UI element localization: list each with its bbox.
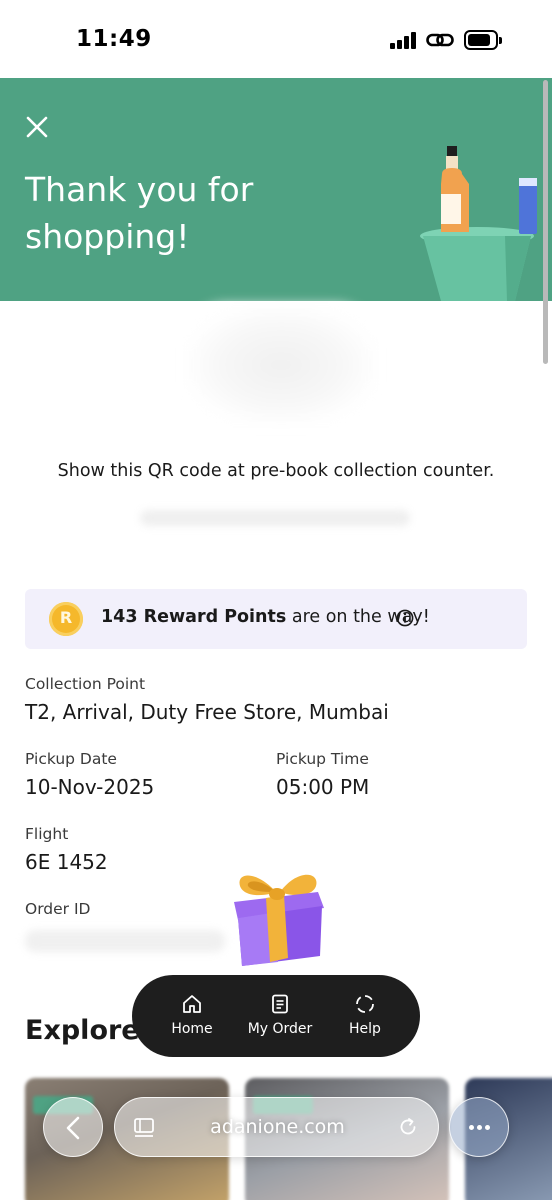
chevron-left-icon	[66, 1116, 80, 1140]
order-id-label: Order ID	[25, 900, 91, 918]
link-icon	[426, 33, 454, 47]
qr-caption: Show this QR code at pre-book collection…	[57, 461, 495, 481]
pickup-time-label: Pickup Time	[276, 750, 369, 768]
collection-code	[140, 510, 410, 526]
more-dot	[477, 1125, 482, 1130]
reward-coin-icon: R	[49, 602, 83, 636]
url-text: adanione.com	[210, 1116, 345, 1138]
nav-my-order[interactable]: My Order	[240, 993, 320, 1037]
close-icon[interactable]	[24, 114, 50, 140]
collection-point-label: Collection Point	[25, 675, 146, 693]
nav-my-order-label: My Order	[247, 1021, 313, 1037]
pickup-time-value: 05:00 PM	[276, 775, 370, 799]
reward-text: 143 Reward Points are on the way!	[101, 607, 430, 627]
more-dot	[485, 1125, 490, 1130]
info-icon[interactable]	[396, 609, 414, 627]
scrollbar[interactable]	[543, 80, 548, 364]
battery-icon	[464, 30, 502, 50]
more-dot	[469, 1125, 474, 1130]
nav-help-label: Help	[349, 1021, 381, 1037]
status-bar: 11:49	[0, 0, 552, 78]
receipt-icon	[272, 994, 288, 1014]
browser-back-button[interactable]	[43, 1097, 103, 1157]
nav-help[interactable]: Help	[325, 993, 405, 1037]
collection-point-value: T2, Arrival, Duty Free Store, Mumbai	[25, 700, 389, 724]
pickup-date-label: Pickup Date	[25, 750, 117, 768]
nav-home[interactable]: Home	[152, 993, 232, 1037]
shopping-illustration	[420, 146, 537, 301]
floating-nav: Home My Order Help	[132, 975, 420, 1057]
reload-icon[interactable]	[397, 1116, 419, 1138]
qr-code	[186, 305, 376, 425]
page-title: Thank you for shopping!	[25, 166, 355, 260]
more-options-button[interactable]	[449, 1097, 509, 1157]
reward-points-banner: R 143 Reward Points are on the way!	[25, 589, 527, 649]
title-line-1: Thank you for	[25, 170, 254, 209]
flight-label: Flight	[25, 825, 69, 843]
reward-points: 143 Reward Points	[101, 607, 287, 627]
gift-icon[interactable]	[226, 862, 330, 970]
signal-icon	[390, 31, 418, 49]
coin-letter: R	[59, 608, 73, 627]
home-icon	[183, 995, 201, 1013]
order-id-value	[25, 930, 225, 952]
thank-you-banner: Thank you for shopping!	[0, 78, 552, 301]
help-icon	[356, 995, 374, 1013]
status-time: 11:49	[76, 26, 152, 52]
nav-home-label: Home	[171, 1021, 213, 1037]
pickup-date-value: 10-Nov-2025	[25, 775, 155, 799]
flight-value: 6E 1452	[25, 850, 108, 874]
title-line-2: shopping!	[25, 217, 190, 256]
browser-url-bar[interactable]: adanione.com	[114, 1097, 439, 1157]
